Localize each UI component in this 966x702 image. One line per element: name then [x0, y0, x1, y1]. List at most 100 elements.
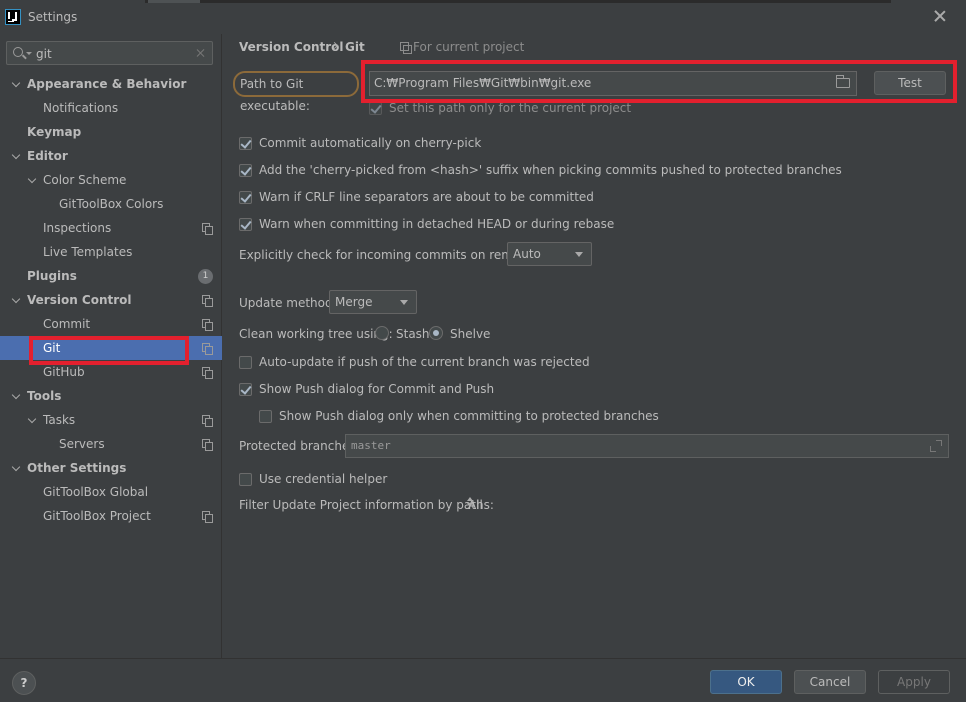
- tree-item-inspections[interactable]: Inspections: [0, 216, 222, 240]
- expand-icon[interactable]: [930, 440, 942, 452]
- checkbox-label: Show Push dialog only when committing to…: [279, 409, 659, 423]
- tree-item-plugins[interactable]: Plugins 1: [0, 264, 222, 288]
- tree-item-notifications[interactable]: Notifications: [0, 96, 222, 120]
- checkbox-box[interactable]: [369, 101, 382, 115]
- checkbox-box[interactable]: [239, 190, 252, 204]
- tree-item-other-settings[interactable]: Other Settings: [0, 456, 222, 480]
- git-path-field[interactable]: C:₩Program Files₩Git₩bin₩git.exe: [369, 71, 857, 96]
- tree-item-gittoolbox-global[interactable]: GitToolBox Global: [0, 480, 222, 504]
- project-scope-icon: [202, 343, 213, 355]
- auto-update-checkbox[interactable]: Auto-update if push of the current branc…: [239, 355, 590, 369]
- cherry-picked-suffix-checkbox[interactable]: Add the 'cherry-picked from <hash>' suff…: [239, 163, 842, 177]
- checkbox-label: Warn if CRLF line separators are about t…: [259, 190, 594, 204]
- tree-item-label: Servers: [59, 437, 105, 451]
- checkbox-label: Warn when committing in detached HEAD or…: [259, 217, 615, 231]
- chevron-down-icon[interactable]: [27, 174, 37, 184]
- search-icon: [13, 47, 23, 57]
- window-title: Settings: [28, 10, 78, 24]
- credential-helper-checkbox[interactable]: Use credential helper: [239, 472, 387, 486]
- project-scope-icon: [202, 439, 213, 451]
- checkbox-box[interactable]: [239, 355, 252, 369]
- chevron-down-icon[interactable]: [11, 150, 21, 160]
- update-method-combo[interactable]: Merge: [329, 290, 417, 314]
- search-input[interactable]: [36, 45, 186, 62]
- chevron-down-icon: [575, 252, 583, 257]
- update-method-label: Update method:: [239, 296, 337, 310]
- checkbox-label: Commit automatically on cherry-pick: [259, 136, 482, 150]
- combo-value: Auto: [513, 247, 541, 261]
- tree-item-color-scheme[interactable]: Color Scheme: [0, 168, 222, 192]
- tree-item-commit[interactable]: Commit: [0, 312, 222, 336]
- checkbox-label: Show Push dialog for Commit and Push: [259, 382, 495, 396]
- checkbox-box[interactable]: [259, 409, 272, 423]
- test-button[interactable]: Test: [874, 71, 946, 95]
- close-icon[interactable]: [932, 8, 948, 24]
- shelve-radio[interactable]: [429, 326, 443, 340]
- tree-item-git[interactable]: Git: [0, 336, 222, 360]
- checkbox-box[interactable]: [239, 472, 252, 486]
- incoming-commits-label: Explicitly check for incoming commits on…: [239, 248, 543, 262]
- tree-item-tools[interactable]: Tools: [0, 384, 222, 408]
- tree-item-keymap[interactable]: Keymap: [0, 120, 222, 144]
- tree-item-live-templates[interactable]: Live Templates: [0, 240, 222, 264]
- show-push-dialog-checkbox[interactable]: Show Push dialog for Commit and Push: [239, 382, 494, 396]
- chevron-down-icon[interactable]: [27, 414, 37, 424]
- stash-radio[interactable]: [375, 326, 389, 340]
- detached-head-warning-checkbox[interactable]: Warn when committing in detached HEAD or…: [239, 217, 614, 231]
- tree-item-label: Version Control: [27, 293, 132, 307]
- breadcrumb-current: Git: [345, 40, 365, 54]
- incoming-commits-combo[interactable]: Auto: [507, 242, 592, 266]
- tree-item-editor[interactable]: Editor: [0, 144, 222, 168]
- tree-item-label: Other Settings: [27, 461, 127, 475]
- breadcrumb-parent[interactable]: Version Control: [239, 40, 344, 54]
- chevron-down-icon: [400, 300, 408, 305]
- checkbox-label: Auto-update if push of the current branc…: [259, 355, 590, 369]
- project-scope-icon: [202, 415, 213, 427]
- tree-item-tasks[interactable]: Tasks: [0, 408, 222, 432]
- tree-item-label: Tasks: [43, 413, 76, 427]
- crlf-warning-checkbox[interactable]: Warn if CRLF line separators are about t…: [239, 190, 594, 204]
- tree-item-version-control[interactable]: Version Control: [0, 288, 222, 312]
- tree-item-github[interactable]: GitHub: [0, 360, 222, 384]
- chevron-down-icon[interactable]: [11, 294, 21, 304]
- tree-item-servers[interactable]: Servers: [0, 432, 222, 456]
- checkbox-box[interactable]: [239, 136, 252, 150]
- chevron-down-icon[interactable]: [11, 390, 21, 400]
- chevron-down-icon[interactable]: [11, 462, 21, 472]
- clean-tree-label: Clean working tree using:: [239, 327, 393, 341]
- title-bar: Settings: [0, 0, 966, 34]
- tree-item-label: Plugins: [27, 269, 77, 283]
- tree-item-gittoolbox-colors[interactable]: GitToolBox Colors: [0, 192, 222, 216]
- show-push-protected-checkbox[interactable]: Show Push dialog only when committing to…: [259, 409, 659, 423]
- intellij-logo-icon: [5, 9, 21, 25]
- cancel-button[interactable]: Cancel: [794, 670, 866, 694]
- apply-button[interactable]: Apply: [878, 670, 950, 694]
- up-down-arrows-icon[interactable]: [467, 497, 473, 509]
- tree-item-gittoolbox-project[interactable]: GitToolBox Project: [0, 504, 222, 528]
- tree-item-appearance-behavior[interactable]: Appearance & Behavior: [0, 72, 222, 96]
- project-scope-icon: [202, 319, 213, 331]
- checkbox-box[interactable]: [239, 217, 252, 231]
- dialog-footer: ? OK Cancel Apply: [0, 658, 966, 702]
- top-strip: [145, 0, 891, 3]
- protected-branches-field[interactable]: master: [345, 434, 949, 458]
- checkbox-box[interactable]: [239, 163, 252, 177]
- folder-icon[interactable]: [836, 75, 850, 88]
- ok-button[interactable]: OK: [710, 670, 782, 694]
- checkbox-label: Set this path only for the current proje…: [389, 101, 632, 115]
- clear-search-icon[interactable]: [196, 48, 206, 58]
- checkbox-box[interactable]: [239, 382, 252, 396]
- tree-item-label: Commit: [43, 317, 91, 331]
- tree-item-label: Git: [43, 341, 61, 355]
- tree-item-label: Live Templates: [43, 245, 133, 259]
- search-history-icon[interactable]: [26, 52, 32, 55]
- shelve-label: Shelve: [450, 327, 491, 341]
- path-to-git-label: Path to Git executable:: [233, 71, 359, 113]
- current-project-only-checkbox[interactable]: Set this path only for the current proje…: [369, 101, 631, 115]
- chevron-down-icon[interactable]: [11, 78, 21, 88]
- tree-item-label: GitToolBox Project: [43, 509, 151, 523]
- cherry-pick-checkbox[interactable]: Commit automatically on cherry-pick: [239, 136, 481, 150]
- settings-search[interactable]: [6, 41, 213, 65]
- help-button[interactable]: ?: [12, 671, 36, 695]
- project-scope-icon: [400, 42, 412, 54]
